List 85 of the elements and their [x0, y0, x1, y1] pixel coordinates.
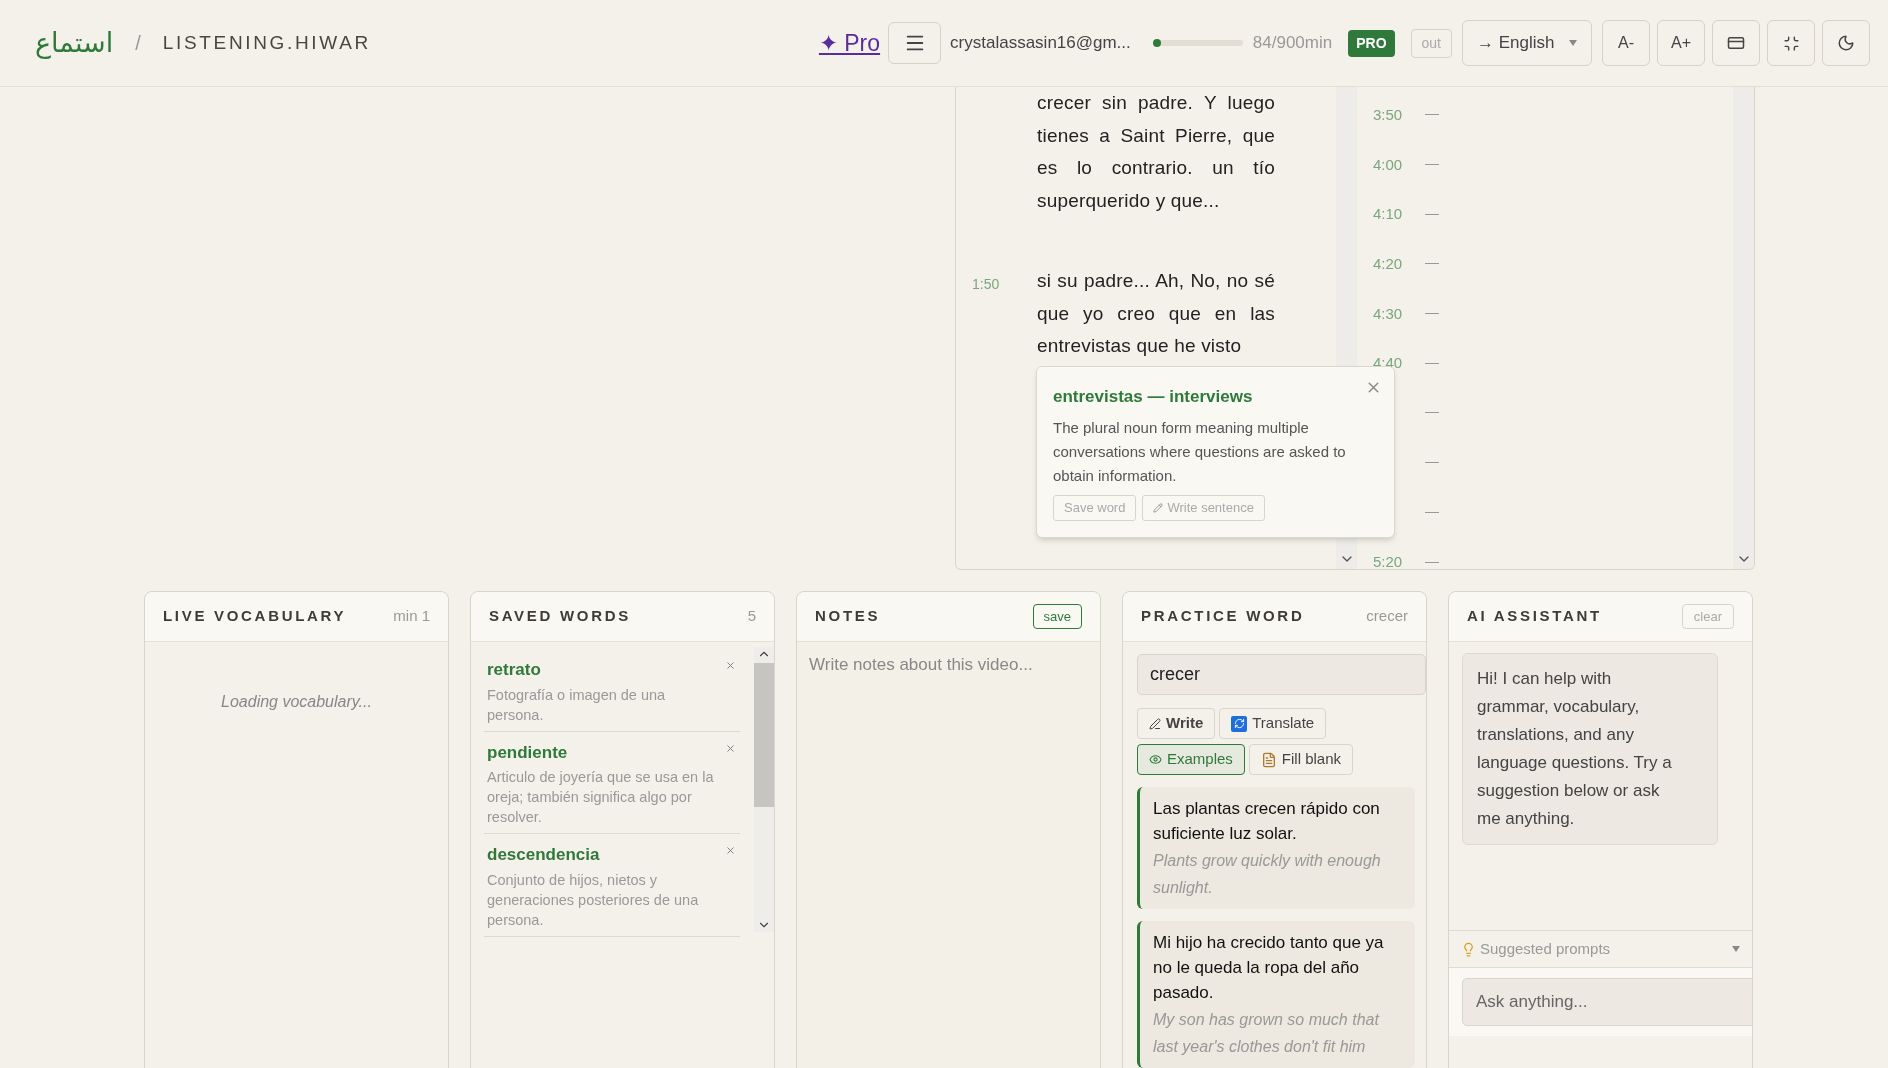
timeline-time[interactable]: 4:40 — [1373, 354, 1403, 372]
mode-tab[interactable]: Fill blank — [1248, 744, 1354, 775]
panel-title: PRACTICE WORD — [1141, 606, 1305, 627]
refresh-icon — [1231, 715, 1248, 732]
timeline-tick — [1425, 313, 1439, 315]
pencil-icon — [1153, 502, 1164, 513]
app-logo[interactable]: استماع — [35, 22, 114, 64]
pro-link[interactable]: ✦ Pro — [818, 25, 881, 61]
user-email: crystalassasin16@gm... — [950, 32, 1131, 55]
lightbulb-icon — [1461, 941, 1476, 957]
transcript-text: crecer sin padre. Y luego tienes a Saint Pierre, que es lo contrario. un tío superquerido y que... — [1037, 91, 1275, 213]
saved-word-item[interactable]: retrato Fotografía o imagen de una persona. — [484, 657, 740, 732]
plan-badge: PRO — [1348, 29, 1395, 57]
panel-meta: crecer — [1366, 606, 1408, 627]
timeline-tick — [1425, 462, 1439, 464]
memo-icon — [1260, 751, 1277, 768]
language-dropdown[interactable]: → English — [1462, 20, 1592, 66]
timeline-tick — [1425, 114, 1439, 116]
saved-word-item[interactable]: pendiente Articulo de joyería que se usa en la oreja; también significa algo por resolver. — [484, 739, 740, 834]
timeline-time[interactable]: 4:00 — [1373, 155, 1403, 173]
word-definition: Conjunto de hijos, nietos y generaciones posteriores de una persona. — [487, 870, 700, 930]
timeline-tick — [1425, 213, 1439, 215]
remove-button[interactable] — [725, 845, 736, 856]
example-sentence: Mi hijo ha crecido tanto que ya no le queda la ropa del año pasado. — [1153, 932, 1385, 1004]
popup-description: The plural noun form meaning multiple conversations where questions are asked to obtain information. — [1053, 417, 1347, 486]
segment-time[interactable]: 1:50 — [972, 276, 1000, 292]
minimize-icon — [1782, 34, 1800, 52]
eye-icon — [1149, 753, 1162, 766]
timeline-time[interactable]: 4:20 — [1373, 254, 1403, 272]
panel-title: SAVED WORDS — [489, 606, 631, 627]
timeline-tick — [1425, 164, 1439, 166]
panel-title: LIVE VOCABULARY — [163, 606, 347, 627]
timeline-tick — [1425, 362, 1439, 364]
notes-panel[interactable]: NOTES save Write notes about this video... — [796, 591, 1101, 1068]
remove-button[interactable] — [725, 660, 736, 671]
word-definition: Fotografía o imagen de una persona. — [487, 685, 667, 725]
remove-button[interactable] — [725, 742, 736, 754]
card-icon — [1727, 34, 1745, 52]
scrollbar[interactable] — [754, 647, 774, 932]
saved-word-item[interactable]: descendencia Conjunto de hijos, nietos y generaciones posteriores de una persona. — [484, 842, 740, 937]
word-count: 5 — [747, 606, 756, 627]
card-button[interactable] — [1712, 20, 1760, 66]
suggested-prompts-toggle[interactable]: Suggested prompts — [1449, 930, 1752, 968]
breadcrumb-separator: / — [135, 31, 141, 56]
transcript-text: si su padre... Ah, No, no sé que yo creo que en las entrevistas que he visto — [1037, 269, 1275, 358]
word-input[interactable]: crecer — [1137, 654, 1426, 695]
ask-field[interactable]: Ask anything... — [1462, 978, 1752, 1026]
close-icon — [725, 845, 736, 856]
popup-title: entrevistas — interviews — [1053, 386, 1253, 408]
menu-button[interactable] — [888, 22, 942, 64]
page-title: LISTENING.HIWAR — [162, 30, 371, 55]
timeline-time[interactable]: 5:20 — [1373, 553, 1403, 569]
font-larger-button[interactable]: A+ — [1657, 20, 1705, 66]
pen-icon — [1149, 717, 1161, 730]
example-sentence: Las plantas crecen rápido con suficiente luz solar. — [1153, 798, 1381, 845]
timeline-time[interactable]: 4:10 — [1373, 205, 1403, 223]
timeline-tick — [1425, 263, 1439, 265]
mode-tab[interactable]: Write — [1137, 708, 1216, 739]
loading-text: Loading vocabulary... — [221, 692, 372, 712]
timeline-tick — [1425, 511, 1439, 513]
dark-mode-button[interactable] — [1822, 20, 1870, 66]
caret-icon — [1732, 946, 1740, 952]
assistant-message: Hi! I can help with grammar, vocabulary, translations, and any language questions. Try a suggestion below or ask me anything. — [1462, 653, 1718, 845]
word-definition: Articulo de joyería que se usa en la oreja; también significa algo por resolver. — [487, 768, 714, 827]
example-translation: My son has grown so much that last year's clothes don't fit him — [1153, 1010, 1381, 1057]
close-icon — [725, 660, 736, 671]
panel-meta: min 1 — [393, 606, 430, 627]
saved-word: pendiente — [487, 741, 569, 764]
timeline-time[interactable]: 4:30 — [1373, 304, 1403, 322]
timeline-tick — [1425, 561, 1439, 563]
moon-icon — [1837, 34, 1855, 52]
example-translation: Plants grow quickly with enough sunlight. — [1153, 851, 1382, 898]
panel-title: NOTES — [815, 606, 881, 627]
panel-title: AI ASSISTANT — [1467, 606, 1602, 627]
saved-word: descendencia — [487, 844, 601, 866]
usage-reading: 84/900min — [1252, 32, 1333, 55]
caret-icon — [1569, 40, 1577, 46]
save-button[interactable]: save — [1032, 603, 1082, 630]
font-smaller-button[interactable]: A- — [1602, 20, 1650, 66]
timeline-time[interactable]: 3:50 — [1373, 105, 1403, 123]
timeline-tick — [1425, 412, 1439, 414]
mode-tab[interactable]: Translate — [1219, 708, 1327, 739]
close-icon — [725, 742, 736, 754]
mode-tab[interactable]: Examples — [1137, 744, 1245, 775]
saved-word: retrato — [487, 659, 542, 681]
